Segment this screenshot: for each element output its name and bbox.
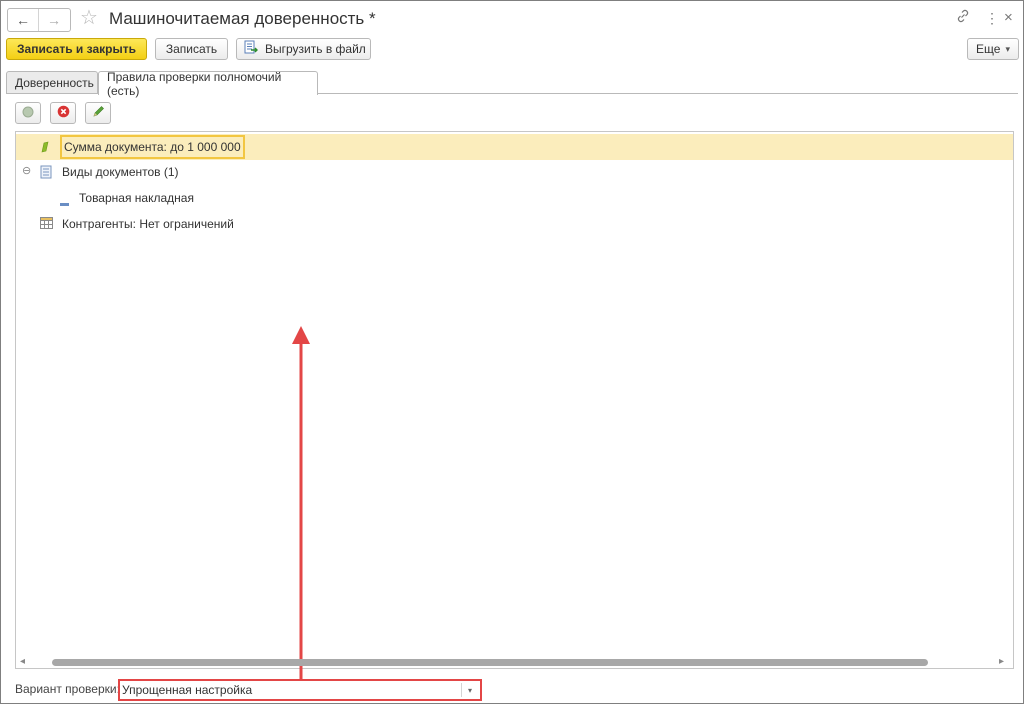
save-button[interactable]: Записать: [155, 38, 228, 60]
add-icon: [22, 106, 34, 121]
back-button[interactable]: ←: [8, 9, 38, 31]
more-actions-icon[interactable]: ⋮: [985, 9, 999, 27]
link-icon[interactable]: [956, 9, 970, 27]
collapse-icon[interactable]: ⊖: [22, 164, 31, 177]
check-variant-select[interactable]: Упрощенная настройка ▾: [118, 679, 482, 701]
tree-row-label: Товарная накладная: [79, 191, 194, 205]
annotation-arrow-icon: [292, 326, 310, 682]
navigation-group: ← →: [7, 8, 71, 32]
close-icon[interactable]: ×: [1004, 9, 1013, 27]
export-to-file-label: Выгрузить в файл: [265, 42, 366, 56]
selected-cell[interactable]: Сумма документа: до 1 000 000: [60, 135, 245, 159]
horizontal-scrollbar[interactable]: [52, 659, 928, 666]
tree-row[interactable]: ⊖ Виды документов (1): [16, 159, 1013, 185]
amount-icon: [40, 141, 50, 156]
scroll-right-icon[interactable]: ▸: [999, 656, 1004, 667]
forward-button[interactable]: →: [38, 9, 69, 31]
tab-authority-check-rules[interactable]: Правила проверки полномочий (есть): [98, 70, 318, 98]
chevron-down-icon: ▾: [1005, 43, 1010, 54]
tab-proxy[interactable]: Доверенность: [6, 71, 98, 94]
delete-rule-button[interactable]: [50, 102, 76, 124]
tree-row-label: Сумма документа: до 1 000 000: [64, 140, 241, 154]
check-variant-label: Вариант проверки:: [15, 682, 120, 696]
form-window: ← → ☆ Машиночитаемая доверенность * ⋮ × …: [0, 0, 1024, 704]
tree-row-label: Контрагенты: Нет ограничений: [62, 217, 234, 231]
scroll-left-icon[interactable]: ◂: [20, 656, 25, 667]
page-title: Машиночитаемая доверенность *: [109, 9, 376, 28]
favorite-star-icon[interactable]: ☆: [80, 7, 98, 29]
forward-arrow-icon: →: [47, 12, 61, 28]
export-file-icon: [244, 40, 259, 58]
dash-icon: [60, 196, 70, 210]
tree-row-label: Виды документов (1): [62, 165, 179, 179]
chevron-down-icon[interactable]: ▾: [461, 683, 478, 697]
more-button[interactable]: Еще ▾: [967, 38, 1019, 60]
edit-icon: [92, 105, 105, 121]
export-to-file-button[interactable]: Выгрузить в файл: [236, 38, 371, 60]
document-list-icon: [40, 165, 52, 182]
tree-row[interactable]: Товарная накладная: [16, 185, 1013, 211]
save-and-close-button[interactable]: Записать и закрыть: [6, 38, 147, 60]
more-label: Еще: [976, 42, 1001, 56]
tree-row[interactable]: Сумма документа: до 1 000 000: [16, 134, 1013, 160]
back-arrow-icon: ←: [16, 12, 30, 28]
edit-rule-button[interactable]: [85, 102, 111, 124]
tree-row[interactable]: Контрагенты: Нет ограничений: [16, 211, 1013, 237]
delete-icon: [57, 105, 70, 121]
table-icon: [40, 217, 53, 232]
check-variant-value: Упрощенная настройка: [122, 683, 253, 697]
add-rule-button[interactable]: [15, 102, 41, 124]
rules-tree[interactable]: Сумма документа: до 1 000 000 ⊖ Виды док…: [15, 131, 1014, 682]
